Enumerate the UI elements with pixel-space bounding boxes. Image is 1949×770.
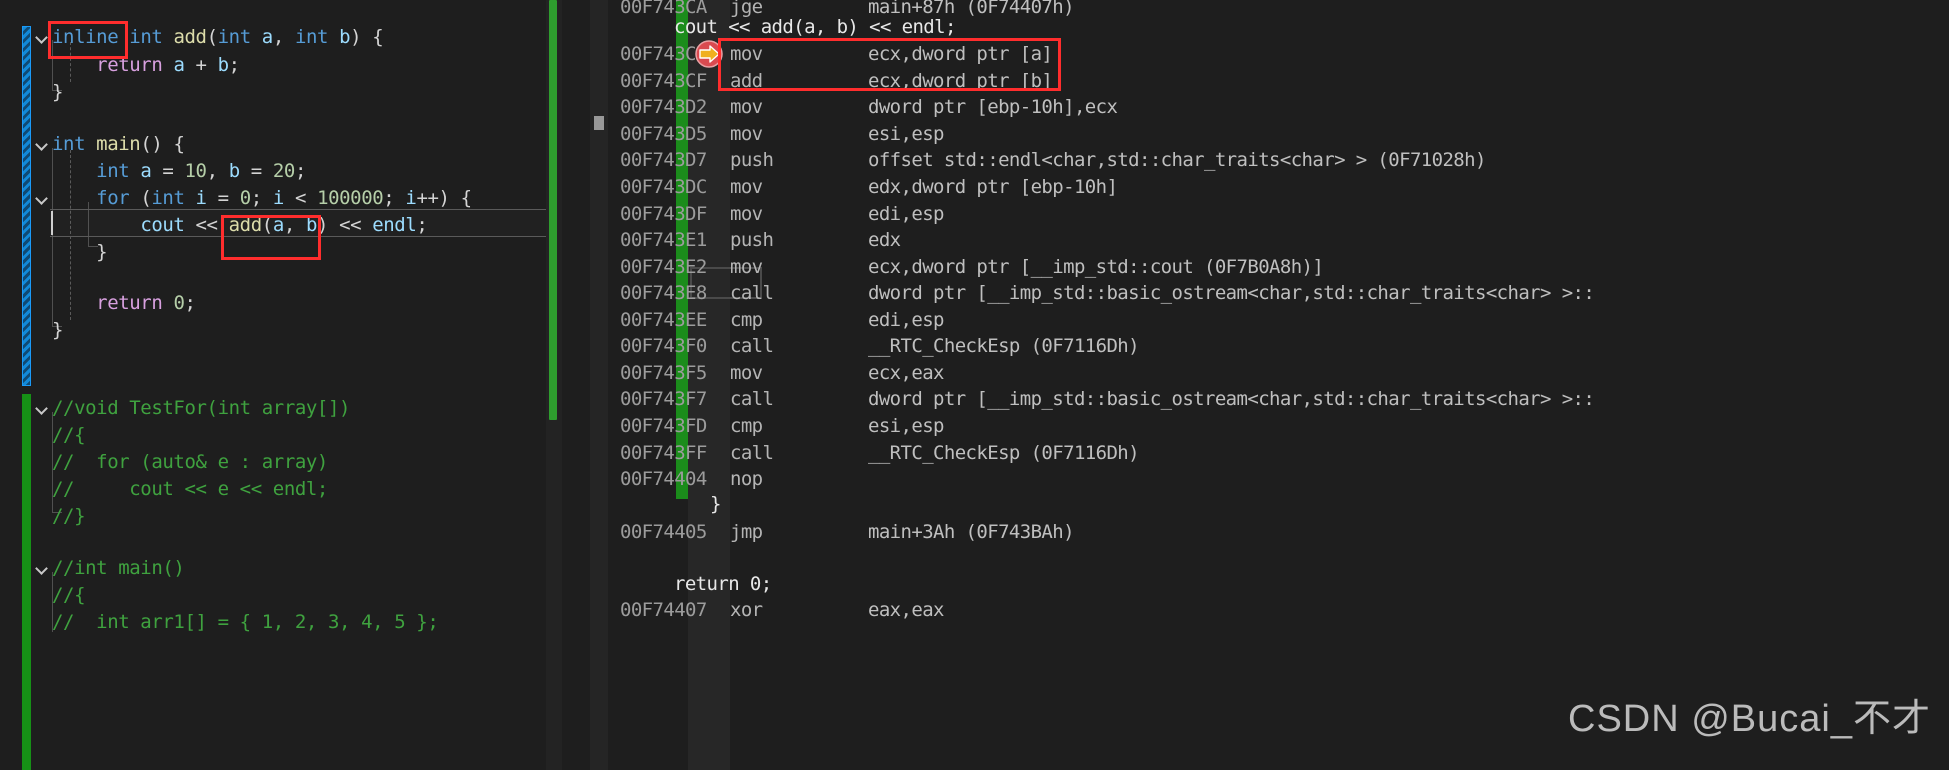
instruction-address: 00F74407 (620, 599, 707, 621)
code-line-text: //void TestFor(int array[]) (52, 397, 351, 419)
code-line-text: return a + b; (96, 54, 240, 76)
source-line-text: } (710, 493, 721, 515)
instruction-operands: eax,eax (868, 599, 944, 621)
disassembly-view[interactable]: 00F743CA jge main+87h (0F74407h) cout << ad… (590, 0, 1949, 770)
instruction-mnemonic: call (730, 442, 774, 464)
code-line-text: // int arr1[] = { 1, 2, 3, 4, 5 }; (52, 611, 439, 633)
code-line-text: for (int i = 0; i < 100000; i++) { (96, 187, 472, 209)
instruction-operands: main+3Ah (0F743BAh) (868, 521, 1075, 543)
instruction-address: 00F74404 (620, 468, 707, 490)
instruction-operands: __RTC_CheckEsp (0F7116Dh) (868, 335, 1140, 357)
instruction-address: 00F743D7 (620, 149, 707, 171)
instruction-address: 00F743FF (620, 442, 707, 464)
execution-pointer-icon (695, 40, 723, 68)
chevron-down-icon[interactable] (36, 563, 48, 575)
instruction-operands: esi,esp (868, 123, 944, 145)
instruction-address: 00F743EE (620, 309, 707, 331)
code-line-text: } (52, 81, 64, 103)
source-line-text: return 0; (674, 573, 772, 595)
instruction-mnemonic: mov (730, 176, 763, 198)
instruction-mnemonic: mov (730, 43, 763, 65)
instruction-mnemonic: mov (730, 203, 763, 225)
instruction-operands: edx,dword ptr [ebp-10h] (868, 176, 1118, 198)
instruction-operands: edi,esp (868, 203, 944, 225)
chevron-down-icon[interactable] (36, 139, 48, 151)
instruction-operands: __RTC_CheckEsp (0F7116Dh) (868, 442, 1140, 464)
instruction-mnemonic: nop (730, 468, 763, 490)
instruction-operands: edi,esp (868, 309, 944, 331)
instruction-operands: dword ptr [__imp_std::basic_ostream<char… (868, 282, 1595, 304)
editor-vertical-scrollbar[interactable] (546, 0, 562, 770)
instruction-address: 00F743D5 (620, 123, 707, 145)
source-code-editor[interactable]: inline int add(int a, int b) { return a … (0, 0, 546, 770)
chevron-down-icon[interactable] (36, 193, 48, 205)
chevron-down-icon[interactable] (36, 403, 48, 415)
disassembly-vertical-scrollbar[interactable] (590, 0, 608, 770)
source-line-text: cout << add(a, b) << endl; (674, 16, 956, 38)
code-line-text: inline int add(int a, int b) { (52, 26, 384, 48)
instruction-mnemonic: add (730, 70, 763, 92)
instruction-mnemonic: call (730, 335, 774, 357)
code-line-text: int a = 10, b = 20; (96, 160, 306, 182)
instruction-address: 00F74405 (620, 521, 707, 543)
instruction-operands: esi,esp (868, 415, 944, 437)
code-line-text: //} (52, 505, 86, 527)
instruction-address: 00F743F0 (620, 335, 707, 357)
instruction-mnemonic: cmp (730, 309, 763, 331)
code-line-text: // cout << e << endl; (52, 478, 328, 500)
instruction-address: 00F743D2 (620, 96, 707, 118)
code-line-text: //{ (52, 584, 86, 606)
editor-scrollbar-thumb[interactable] (549, 0, 557, 420)
instruction-mnemonic: mov (730, 96, 763, 118)
instruction-mnemonic: call (730, 282, 774, 304)
instruction-mnemonic: mov (730, 123, 763, 145)
instruction-operands: ecx,dword ptr [a] (868, 43, 1053, 65)
instruction-operands: ecx,dword ptr [__imp_std::cout (0F7B0A8h… (868, 256, 1324, 278)
change-bar-saved (22, 394, 31, 770)
code-line-text: return 0; (96, 292, 196, 314)
instruction-mnemonic: call (730, 388, 774, 410)
instruction-mnemonic: cmp (730, 415, 763, 437)
instruction-mnemonic: mov (730, 256, 763, 278)
instruction-mnemonic: xor (730, 599, 763, 621)
instruction-address: 00F743E2 (620, 256, 707, 278)
code-line-text: //int main() (52, 557, 185, 579)
chevron-down-icon[interactable] (36, 32, 48, 44)
instruction-mnemonic: push (730, 229, 774, 251)
change-bar-pending (22, 26, 31, 386)
code-line-text: // for (auto& e : array) (52, 451, 328, 473)
instruction-operands: dword ptr [__imp_std::basic_ostream<char… (868, 388, 1595, 410)
code-line-text: //{ (52, 424, 86, 446)
instruction-address: 00F743DC (620, 176, 707, 198)
instruction-mnemonic: mov (730, 362, 763, 384)
instruction-address: 00F743DF (620, 203, 707, 225)
code-line-text: } (52, 319, 64, 341)
instruction-address: 00F743E1 (620, 229, 707, 251)
instruction-operands: offset std::endl<char,std::char_traits<c… (868, 149, 1486, 171)
instruction-address: 00F743F7 (620, 388, 707, 410)
instruction-mnemonic: jmp (730, 521, 763, 543)
instruction-mnemonic: push (730, 149, 774, 171)
instruction-address: 00F743F5 (620, 362, 707, 384)
visual-studio-debug-window: inline int add(int a, int b) { return a … (0, 0, 1949, 770)
instruction-operands: ecx,eax (868, 362, 944, 384)
instruction-address: 00F743FD (620, 415, 707, 437)
instruction-address: 00F743E8 (620, 282, 707, 304)
instruction-operands: ecx,dword ptr [b] (868, 70, 1053, 92)
code-line-text: } (96, 241, 108, 263)
csdn-watermark: CSDN @Bucai_不才 (1568, 698, 1931, 740)
code-line-text: cout << add(a, b) << endl; (140, 214, 428, 236)
code-line-text: int main() { (52, 133, 185, 155)
instruction-operands: edx (868, 229, 901, 251)
instruction-operands: dword ptr [ebp-10h],ecx (868, 96, 1118, 118)
disassembly-scrollbar-thumb[interactable] (594, 116, 604, 130)
instruction-address: 00F743CF (620, 70, 707, 92)
pane-splitter[interactable] (562, 0, 590, 770)
